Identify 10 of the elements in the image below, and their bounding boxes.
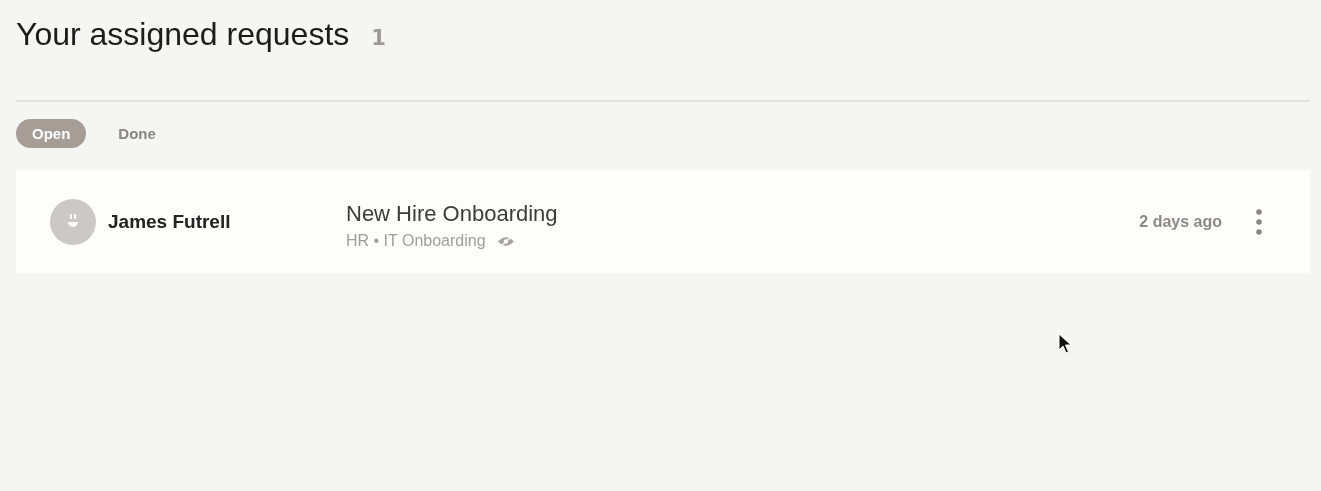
request-title[interactable]: New Hire Onboarding bbox=[346, 201, 1140, 227]
request-category: HR • IT Onboarding bbox=[346, 232, 486, 250]
request-count: 1 bbox=[371, 26, 386, 50]
request-time: 2 days ago bbox=[1139, 212, 1222, 231]
request-card[interactable]: James Futrell New Hire Onboarding HR • IT Onboarding 2 days ago bbox=[16, 170, 1310, 273]
cursor-icon bbox=[1058, 333, 1072, 355]
more-options-icon[interactable] bbox=[1256, 208, 1262, 235]
page-title: Your assigned requests bbox=[16, 16, 350, 53]
avatar-icon bbox=[50, 198, 96, 245]
assignee-name: James Futrell bbox=[108, 210, 231, 233]
